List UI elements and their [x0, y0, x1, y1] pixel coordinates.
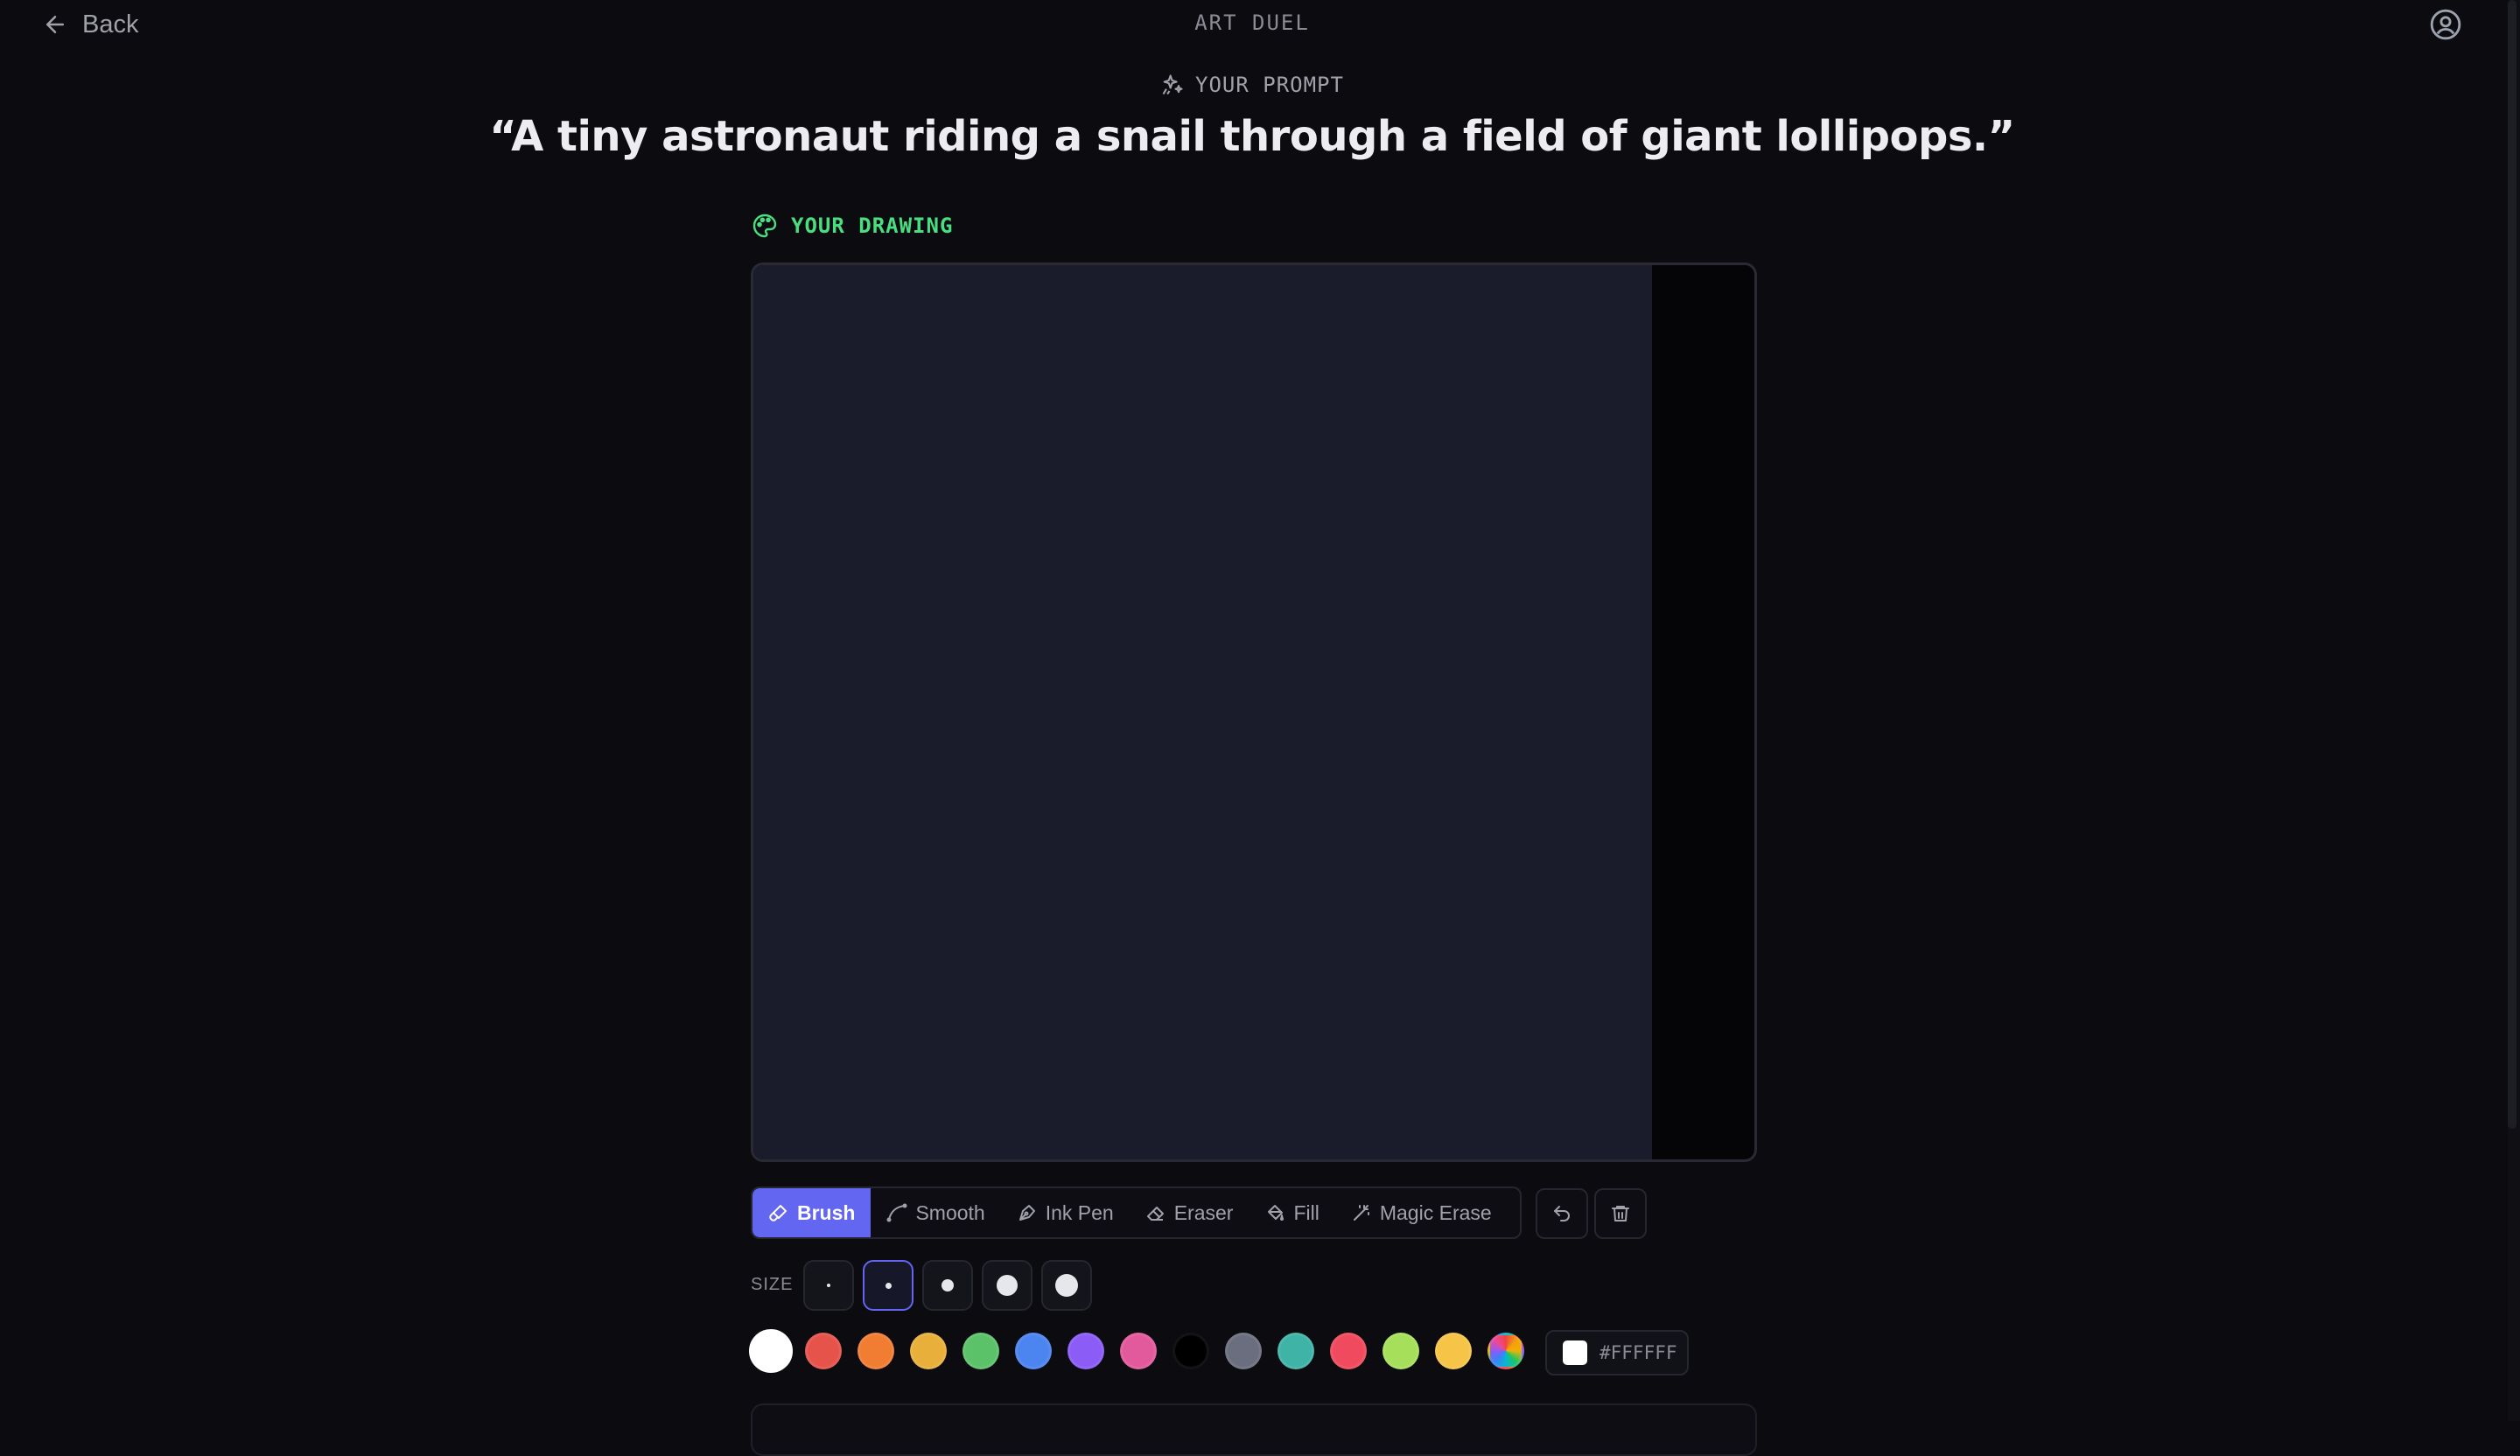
page-scrollbar[interactable] [2508, 0, 2520, 1421]
size-dot [827, 1284, 830, 1287]
color-swatch[interactable] [910, 1333, 947, 1369]
size-option-l[interactable] [982, 1260, 1032, 1311]
color-swatch[interactable] [1172, 1333, 1209, 1369]
custom-color-button[interactable] [1488, 1333, 1524, 1369]
top-bar: Back ART DUEL [0, 0, 2520, 49]
eraser-icon [1145, 1202, 1166, 1223]
tool-ink-pen-button[interactable]: Ink Pen [1001, 1188, 1130, 1237]
curve-icon [886, 1202, 907, 1223]
size-option-m[interactable] [922, 1260, 973, 1311]
sparkles-icon [1162, 74, 1183, 95]
size-dot [1055, 1274, 1078, 1297]
undo-button[interactable] [1536, 1188, 1588, 1239]
color-swatch[interactable] [1120, 1333, 1157, 1369]
size-label: SIZE [751, 1275, 794, 1294]
color-swatch[interactable] [1330, 1333, 1367, 1369]
tool-label: Smooth [915, 1200, 985, 1224]
color-swatch[interactable] [962, 1333, 999, 1369]
color-swatch[interactable] [858, 1333, 894, 1369]
tool-selector: Brush Smooth Ink Pen Eraser Fill Magic Erase [751, 1186, 1522, 1239]
tool-magic-erase-button[interactable]: Magic Erase [1335, 1188, 1508, 1237]
scrollbar-thumb[interactable] [2508, 0, 2516, 1129]
drawing-canvas[interactable] [753, 265, 1652, 1159]
prompt-label: YOUR PROMPT [0, 73, 2504, 97]
color-swatch[interactable] [1068, 1333, 1104, 1369]
user-circle-icon [2430, 9, 2461, 40]
prompt-text: “A tiny astronaut riding a snail through… [489, 112, 2015, 161]
clear-button[interactable] [1594, 1188, 1647, 1239]
brush-icon [768, 1202, 789, 1223]
tool-label: Brush [797, 1200, 856, 1224]
size-option-s[interactable] [863, 1260, 914, 1311]
color-swatch[interactable] [1382, 1333, 1419, 1369]
tool-label: Magic Erase [1379, 1200, 1492, 1224]
tool-label: Fill [1293, 1200, 1320, 1224]
tool-eraser-button[interactable]: Eraser [1130, 1188, 1250, 1237]
pen-icon [1017, 1202, 1038, 1223]
magic-wand-icon [1351, 1202, 1372, 1223]
hex-value: #FFFFFF [1600, 1342, 1677, 1363]
canvas-frame [751, 262, 1757, 1162]
palette-icon [752, 214, 777, 238]
size-dot [997, 1275, 1018, 1296]
tool-fill-button[interactable]: Fill [1249, 1188, 1334, 1237]
trash-icon [1612, 1206, 1629, 1222]
current-color-chip [1563, 1340, 1587, 1365]
color-swatch[interactable] [1225, 1333, 1262, 1369]
tool-smooth-button[interactable]: Smooth [871, 1188, 1000, 1237]
color-swatch[interactable] [749, 1329, 793, 1373]
tool-brush-button[interactable]: Brush [752, 1188, 872, 1237]
prompt-label-text: YOUR PROMPT [1195, 73, 1344, 97]
color-swatch[interactable] [1278, 1333, 1314, 1369]
undo-icon [1554, 1206, 1570, 1222]
paint-bucket-icon [1264, 1202, 1285, 1223]
drawing-label: YOUR DRAWING [751, 212, 953, 240]
tool-label: Eraser [1173, 1200, 1234, 1224]
hex-color-input[interactable]: #FFFFFF [1545, 1330, 1689, 1376]
drawing-label-text: YOUR DRAWING [791, 214, 954, 238]
next-section-card [751, 1404, 1757, 1456]
size-option-xs[interactable] [803, 1260, 854, 1311]
color-swatch[interactable] [1015, 1333, 1052, 1369]
size-dot [885, 1282, 892, 1289]
color-swatch[interactable] [805, 1333, 842, 1369]
size-dot [942, 1279, 954, 1292]
app-title: ART DUEL [1194, 10, 1310, 35]
tool-label: Ink Pen [1045, 1200, 1114, 1224]
color-swatch[interactable] [1435, 1333, 1472, 1369]
account-button[interactable] [2429, 8, 2462, 41]
size-option-xl[interactable] [1041, 1260, 1092, 1311]
